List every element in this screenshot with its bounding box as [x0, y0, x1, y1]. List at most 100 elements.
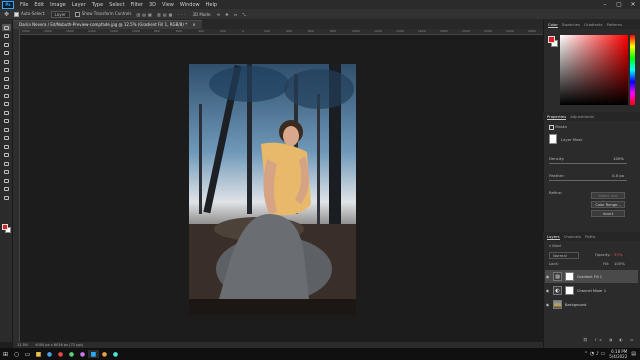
notifications-icon[interactable]: ▤	[631, 351, 636, 357]
3d-mode-icons[interactable]: ⟲ ✥ ⇔ ⤡	[217, 12, 248, 17]
gradient-tool-icon[interactable]	[2, 126, 11, 133]
visibility-eye-icon[interactable]: ◉	[545, 302, 550, 307]
zoom-level[interactable]: 12.5%	[17, 343, 28, 347]
app-icon[interactable]: ●	[55, 350, 66, 358]
tray-icons[interactable]: ⌃ ◔ ♪ ▭	[584, 351, 605, 357]
quick-select-tool-icon[interactable]	[2, 50, 11, 57]
explorer-icon[interactable]: ■	[33, 350, 44, 358]
zoom-tool-icon[interactable]	[2, 194, 11, 201]
minimize-button[interactable]: –	[598, 1, 612, 8]
menu-type[interactable]: Type	[89, 2, 106, 8]
marquee-tool-icon[interactable]	[2, 33, 11, 40]
blend-mode-dropdown[interactable]: Normal	[549, 252, 579, 259]
healing-tool-icon[interactable]	[2, 84, 11, 91]
hue-slider[interactable]	[630, 35, 635, 105]
color-range-button[interactable]: Color Range...	[591, 201, 625, 208]
ruler-mark: 2400	[506, 29, 514, 33]
tab-adjustments[interactable]: Adjustments	[570, 114, 594, 119]
color-picker-field[interactable]	[560, 35, 628, 105]
tab-layers[interactable]: Layers	[547, 234, 560, 240]
ruler-left[interactable]	[13, 29, 20, 342]
search-icon[interactable]: ○	[11, 350, 22, 358]
tab-gradients[interactable]: Gradients	[584, 22, 603, 27]
layer-name[interactable]: Channel Mixer 1	[577, 289, 606, 293]
photoshop-taskbar-icon[interactable]: ■	[88, 350, 99, 358]
foreground-color-swatch[interactable]	[548, 36, 555, 43]
tab-color[interactable]: Color	[548, 22, 558, 28]
feather-value[interactable]: 0.0 px	[612, 173, 624, 178]
shape-tool-icon[interactable]	[2, 177, 11, 184]
feather-slider[interactable]	[549, 180, 627, 181]
select-and-mask-button[interactable]: Select and Mask...	[591, 192, 625, 204]
app-icon[interactable]: ●	[77, 350, 88, 358]
hand-tool-icon[interactable]	[2, 186, 11, 193]
opacity-value[interactable]: 53%	[614, 252, 622, 257]
lasso-tool-icon[interactable]	[2, 41, 11, 48]
start-button-icon[interactable]: ⊞	[0, 350, 11, 358]
layer-name[interactable]: Gradient Fill 1	[577, 275, 602, 279]
toolbox-foreground-swatch[interactable]	[2, 224, 8, 230]
fill-value[interactable]: 100%	[614, 261, 625, 266]
brush-tool-icon[interactable]	[2, 92, 11, 99]
document-info[interactable]: 4000 px x 6016 px (72 ppi)	[35, 343, 83, 347]
menu-image[interactable]: Image	[47, 2, 69, 8]
menu-layer[interactable]: Layer	[69, 2, 89, 8]
auto-select-checkbox[interactable]: Auto-Select:	[14, 11, 46, 17]
invert-button[interactable]: Invert	[591, 210, 625, 217]
layer-filter[interactable]: ⌕ Kind	[549, 243, 561, 248]
history-brush-tool-icon[interactable]	[2, 109, 11, 116]
close-tab-icon[interactable]: ×	[192, 22, 195, 27]
menu-filter[interactable]: Filter	[128, 2, 146, 8]
menu-file[interactable]: File	[17, 2, 31, 8]
app-icon[interactable]: ●	[110, 350, 121, 358]
app-icon[interactable]: ●	[66, 350, 77, 358]
layer-mask-thumbnail[interactable]	[565, 272, 574, 281]
browser-icon[interactable]: ●	[44, 350, 55, 358]
menu-edit[interactable]: Edit	[31, 2, 47, 8]
menu-3d[interactable]: 3D	[146, 2, 159, 8]
close-window-button[interactable]: ✕	[626, 1, 640, 8]
menu-window[interactable]: Window	[177, 2, 203, 8]
move-tool-icon[interactable]	[2, 24, 11, 31]
frame-tool-icon[interactable]	[2, 67, 11, 74]
layer-name[interactable]: Background	[565, 303, 586, 307]
ruler-mark: 200	[264, 29, 270, 33]
pen-tool-icon[interactable]	[2, 152, 11, 159]
eraser-tool-icon[interactable]	[2, 118, 11, 125]
layer-mask-thumbnail[interactable]	[565, 286, 574, 295]
move-tool-icon[interactable]: ✥	[4, 11, 9, 18]
show-transform-checkbox[interactable]: Show Transform Controls	[74, 11, 131, 17]
mask-thumbnail[interactable]	[549, 134, 557, 144]
type-tool-icon[interactable]	[2, 160, 11, 167]
tab-paths[interactable]: Paths	[585, 234, 595, 239]
layer-row-gradient-fill[interactable]: ◉ ▨ Gradient Fill 1	[545, 270, 638, 283]
density-value[interactable]: 100%	[613, 156, 624, 161]
tab-swatches[interactable]: Swatches	[562, 22, 580, 27]
clone-stamp-tool-icon[interactable]	[2, 101, 11, 108]
maximize-button[interactable]: ▢	[612, 1, 626, 8]
tab-patterns[interactable]: Patterns	[607, 22, 623, 27]
taskview-icon[interactable]: ▭	[22, 350, 33, 358]
layer-row-channel-mixer[interactable]: ◉ ◐ Channel Mixer 1	[545, 284, 638, 297]
menu-view[interactable]: View	[159, 2, 177, 8]
blur-tool-icon[interactable]	[2, 135, 11, 142]
dodge-tool-icon[interactable]	[2, 143, 11, 150]
menu-select[interactable]: Select	[106, 2, 127, 8]
tab-channels[interactable]: Channels	[564, 234, 582, 239]
density-slider[interactable]	[549, 163, 627, 164]
visibility-eye-icon[interactable]: ◉	[545, 274, 550, 279]
crop-tool-icon[interactable]	[2, 58, 11, 65]
path-select-tool-icon[interactable]	[2, 169, 11, 176]
auto-select-target-dropdown[interactable]: Layer	[50, 10, 70, 18]
app-icon[interactable]: ●	[99, 350, 110, 358]
menu-help[interactable]: Help	[203, 2, 220, 8]
clock[interactable]: 6:18 PM 5/4/2022	[609, 349, 627, 359]
layer-actions-bar[interactable]: ⛓ fx ◑ ◐ ▭ ⊞ 🗑	[583, 337, 640, 342]
align-icons[interactable]: ▥▤▦ ▥▤▦ ···	[136, 12, 187, 17]
document-tab[interactable]: Dariia Nevera / Ed/Nobuth-Preview-compfa…	[13, 20, 202, 29]
visibility-eye-icon[interactable]: ◉	[545, 288, 550, 293]
document-canvas-image[interactable]	[189, 64, 356, 315]
layer-row-background[interactable]: ◉ Background	[545, 298, 638, 311]
tab-properties[interactable]: Properties	[547, 114, 567, 120]
eyedropper-tool-icon[interactable]	[2, 75, 11, 82]
